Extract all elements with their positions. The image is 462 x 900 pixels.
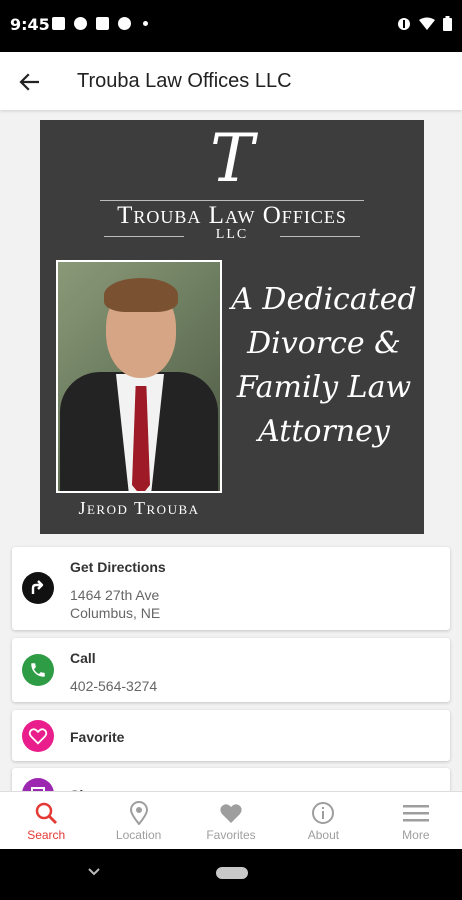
more-notifications-icon [143,21,148,26]
nav-label: About [307,828,340,842]
directions-title: Get Directions [70,559,166,575]
heart-outline-icon [22,720,54,752]
tagline-line: Family Law [236,370,412,405]
favorite-title: Favorite [70,729,125,745]
battery-icon [443,16,452,31]
attorney-name: Jerod Trouba [78,498,200,518]
image-notification-icon [52,17,65,30]
home-pill[interactable] [216,867,248,879]
logo-letter: T [209,120,255,197]
back-arrow-icon [19,73,39,91]
firm-suffix: LLC [215,227,249,242]
nav-location[interactable]: Location [92,792,184,849]
wifi-icon [419,17,435,30]
menu-icon [402,800,429,826]
app-notification-icon [118,17,131,30]
nav-label: Search [27,828,66,842]
nav-favorites[interactable]: Favorites [185,792,277,849]
nav-search[interactable]: Search [0,792,92,849]
call-card[interactable]: Call 402-564-3274 [12,638,450,702]
logo-divider-top [100,200,364,201]
tagline-line: Divorce & [247,326,401,361]
chevron-down-icon[interactable] [86,866,102,878]
back-button[interactable] [14,67,44,97]
info-icon [310,800,336,826]
bottom-navigation: Search Location Favorites About More [0,791,462,849]
location-pin-icon [126,800,152,826]
firm-name: Trouba Law Offices [117,202,347,229]
status-bar: 9:45 [0,0,462,52]
phone-icon [22,654,54,686]
logo-divider-right [280,236,360,237]
business-banner-image: T Trouba Law Offices LLC Jerod Trouba A … [40,120,424,534]
address-line-2: Columbus, NE [70,605,161,621]
heart-icon [218,800,244,826]
notification-icons [52,17,148,30]
attorney-photo [56,260,222,493]
system-status-icons [397,16,452,31]
directions-icon [22,572,54,604]
tagline-line: A Dedicated [231,282,417,317]
system-navigation-bar [0,849,462,900]
get-directions-card[interactable]: Get Directions 1464 27th Ave Columbus, N… [12,547,450,630]
status-time: 9:45 [10,15,50,34]
page-title: Trouba Law Offices LLC [77,70,292,92]
address-line-1: 1464 27th Ave [70,587,160,603]
favorite-card[interactable]: Favorite [12,710,450,761]
data-saver-icon [398,17,410,30]
nav-more[interactable]: More [370,792,462,849]
phone-number: 402-564-3274 [70,678,158,694]
call-title: Call [70,650,96,666]
search-icon [33,800,59,826]
photo-hair [104,278,178,312]
nav-label: Favorites [206,828,256,842]
nav-label: More [402,828,430,842]
nav-label: Location [115,828,162,842]
nav-about[interactable]: About [277,792,369,849]
shield-notification-icon [74,17,87,30]
gallery-notification-icon [96,17,109,30]
tagline: A Dedicated Divorce & Family Law Attorne… [226,278,422,454]
app-bar: Trouba Law Offices LLC [0,52,462,110]
tagline-line: Attorney [258,414,390,449]
